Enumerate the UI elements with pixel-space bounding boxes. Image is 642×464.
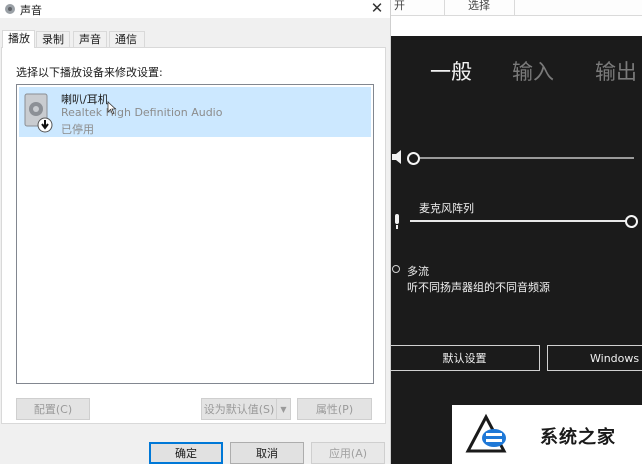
set-default-dropdown-arrow[interactable]: ▼ — [276, 398, 291, 420]
configure-button[interactable]: 配置(C) — [16, 398, 90, 420]
sound-dialog: 声音 ✕ 播放 录制 声音 通信 选择以下播放设备来修改设置: 喇叭/耳机 Re… — [0, 0, 391, 464]
tab-communications[interactable]: 通信 — [109, 31, 145, 47]
default-settings-button[interactable]: 默认设置 — [390, 345, 540, 371]
playback-panel: 选择以下播放设备来修改设置: 喇叭/耳机 Realtek High Defini… — [1, 47, 386, 424]
mouse-cursor-icon — [107, 101, 117, 115]
device-name: 喇叭/耳机 — [61, 93, 109, 106]
speaker-volume-icon — [392, 150, 401, 164]
multistream-description: 听不同扬声器组的不同音频源 — [407, 281, 550, 294]
watermark: 系统之家 — [452, 405, 642, 464]
close-button[interactable]: ✕ — [366, 0, 388, 18]
dialog-title: 声音 — [20, 4, 42, 17]
title-bar[interactable]: 声音 ✕ — [0, 0, 390, 18]
speaker-device-icon — [24, 93, 53, 133]
device-driver: Realtek High Definition Audio — [61, 106, 223, 119]
dialog-footer: 确定 取消 应用(A) — [0, 430, 390, 464]
cancel-button[interactable]: 取消 — [230, 442, 304, 464]
toolbar-cell-open[interactable]: 开 — [392, 0, 445, 15]
toolbar-cell-select[interactable]: 选择 — [466, 0, 515, 15]
background-app-toolbar: 开 选择 — [390, 0, 642, 16]
device-list[interactable]: 喇叭/耳机 Realtek High Definition Audio 已停用 — [16, 84, 374, 384]
mic-volume-track[interactable] — [410, 220, 630, 222]
nav-tab-output[interactable]: 输出 — [595, 56, 637, 86]
mic-volume-thumb[interactable] — [625, 215, 638, 228]
speaker-volume-track[interactable] — [412, 157, 634, 159]
mic-array-label: 麦克风阵列 — [419, 202, 474, 215]
watermark-logo-icon — [465, 413, 507, 453]
device-status: 已停用 — [61, 123, 94, 136]
tab-playback[interactable]: 播放 — [2, 30, 35, 48]
apply-button[interactable]: 应用(A) — [311, 442, 385, 464]
nav-tab-input[interactable]: 输入 — [512, 56, 554, 86]
audio-settings-app: 一般 输入 输出 麦克风阵列 多流 听不同扬声器组的不同音频源 默认设置 Win… — [390, 36, 642, 464]
nav-tab-general[interactable]: 一般 — [430, 56, 472, 86]
multistream-label: 多流 — [407, 265, 429, 278]
tab-sounds[interactable]: 声音 — [73, 31, 107, 47]
tab-recording[interactable]: 录制 — [36, 31, 70, 47]
multistream-radio[interactable] — [392, 265, 400, 273]
ok-button[interactable]: 确定 — [149, 442, 223, 464]
set-default-button[interactable]: 设为默认值(S) — [201, 398, 277, 420]
speaker-icon — [5, 4, 15, 14]
microphone-icon — [395, 214, 399, 229]
panel-instruction-label: 选择以下播放设备来修改设置: — [16, 66, 163, 79]
list-item-speaker-headphones[interactable]: 喇叭/耳机 Realtek High Definition Audio 已停用 — [19, 87, 371, 137]
properties-button[interactable]: 属性(P) — [297, 398, 372, 420]
speaker-volume-thumb[interactable] — [407, 152, 420, 165]
windows-sound-button[interactable]: Windows 声 — [547, 345, 642, 371]
watermark-text: 系统之家 — [540, 427, 616, 448]
